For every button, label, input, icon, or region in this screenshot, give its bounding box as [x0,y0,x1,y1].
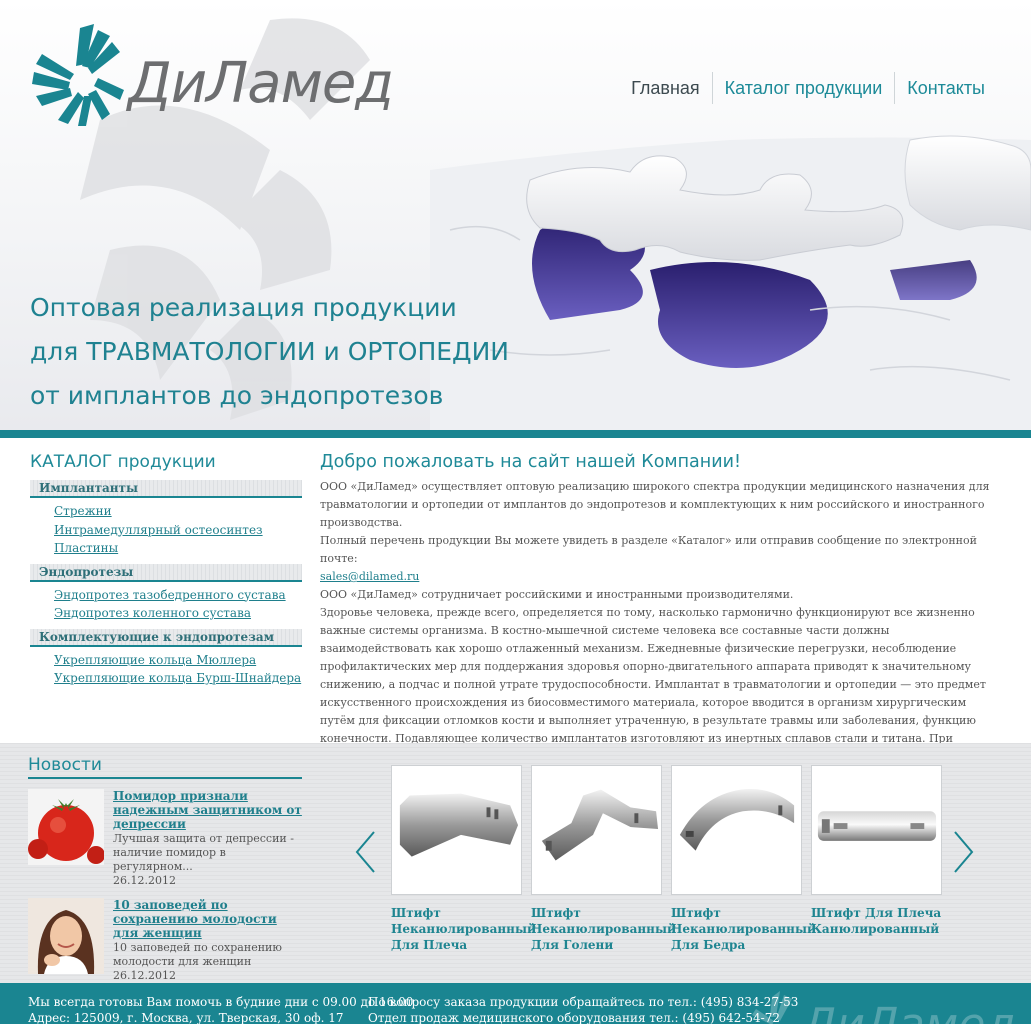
product-card[interactable]: Штифт Неканюлированный Для Голени [531,765,676,953]
footer-logo-watermark: ДиЛамед [752,991,1016,1024]
slogan-line-3: от имплантов до эндопротезов [30,381,444,410]
footer-logo-text: ДиЛамед [800,999,1016,1024]
tomato-image[interactable] [28,789,104,865]
nav-catalog[interactable]: Каталог продукции [711,72,895,104]
news-link[interactable]: 10 заповедей по сохранению молодости для… [113,898,302,940]
catalog-sidebar: КАТАЛОГ продукции Имплантанты Стрежни Ин… [30,452,302,694]
slogan-line-1: Оптовая реализация продукции [30,293,457,322]
logo-text: ДиЛамед [128,51,394,116]
puzzle-banner-image [430,135,1031,430]
chevron-left-icon[interactable] [354,830,376,874]
catalog-item[interactable]: Стрежни [54,502,302,521]
footer-sales-phone: Отдел продаж медицинского оборудования т… [368,1011,781,1024]
news-link[interactable]: Помидор признали надежным защитником от … [113,789,302,831]
welcome-title: Добро пожаловать на сайт нашей Компании! [320,452,741,472]
welcome-section: Добро пожаловать на сайт нашей Компании!… [320,452,996,784]
product-card[interactable]: Штифт Для Плеча Канюлированный [811,765,942,937]
news-text: 10 заповедей по сохранению молодости для… [113,941,282,968]
footer-address: Адрес: 125009, г. Москва, ул. Тверская, … [28,1011,344,1024]
woman-image[interactable] [28,898,104,974]
product-image[interactable] [391,765,522,895]
catalog-group-label[interactable]: Имплантанты [30,480,302,498]
news-block: Новости Помидор признали надежным защитн… [28,755,302,983]
main-nav: Главная Каталог продукции Контакты [619,72,997,104]
header-divider [0,430,1031,438]
nav-home[interactable]: Главная [619,72,712,104]
chevron-right-icon[interactable] [953,830,975,874]
catalog-group-label[interactable]: Комплектующие к эндопротезам [30,628,302,647]
catalog-item[interactable]: Интрамедуллярный остеосинтез [54,521,302,540]
product-image[interactable] [811,765,942,895]
footer-hours: Мы всегда готовы Вам помочь в будние дни… [28,995,414,1009]
product-name[interactable]: Штифт Неканюлированный Для Плеча [391,905,536,953]
logo-mark-icon [32,24,124,126]
welcome-paragraph: Полный перечень продукции Вы можете увид… [320,534,977,565]
catalog-group-components: Комплектующие к эндопротезам Укрепляющие… [30,628,302,690]
catalog-group-label[interactable]: Эндопротезы [30,563,302,582]
banner-slogan: Оптовая реализация продукции для ТРАВМАТ… [30,286,509,418]
email-link[interactable]: sales@dilamed.ru [320,570,419,583]
news-item: Помидор признали надежным защитником от … [28,789,302,888]
product-card[interactable]: Штифт Неканюлированный Для Плеча [391,765,536,953]
product-name[interactable]: Штифт Неканюлированный Для Голени [531,905,676,953]
header-banner: ДиЛамед Главная Каталог продукции Контак… [0,0,1031,430]
nav-contacts[interactable]: Контакты [894,72,997,104]
footer-phones: По вопросу заказа продукции обращайтесь … [368,994,798,1024]
catalog-item[interactable]: Пластины [54,539,302,558]
news-date: 26.12.2012 [113,874,176,887]
news-item: 10 заповедей по сохранению молодости для… [28,898,302,983]
news-date: 26.12.2012 [113,969,176,982]
slogan-line-2: для ТРАВМАТОЛОГИИ и ОРТОПЕДИИ [30,337,509,366]
footer: Мы всегда готовы Вам помочь в будние дни… [0,983,1031,1024]
footer-hours-address: Мы всегда готовы Вам помочь в будние дни… [28,994,413,1024]
catalog-item[interactable]: Укрепляющие кольца Бурш-Шнайдера [54,669,302,688]
product-image[interactable] [671,765,802,895]
catalog-title: КАТАЛОГ продукции [30,452,216,472]
product-name[interactable]: Штифт Неканюлированный Для Бедра [671,905,816,953]
news-text: Лучшая защита от депрессии - наличие пом… [113,832,294,873]
catalog-item[interactable]: Укрепляющие кольца Мюллера [54,651,302,670]
welcome-paragraph: ООО «ДиЛамед» осуществляет оптовую реали… [320,480,990,529]
catalog-group-endoprostheses: Эндопротезы Эндопротез тазобедренного су… [30,563,302,625]
footer-order-phone: По вопросу заказа продукции обращайтесь … [368,995,799,1009]
news-title: Новости [28,755,302,779]
product-card[interactable]: Штифт Неканюлированный Для Бедра [671,765,816,953]
product-name[interactable]: Штифт Для Плеча Канюлированный [811,905,942,937]
welcome-paragraph: ООО «ДиЛамед» сотрудничает российскими и… [320,588,794,601]
catalog-item[interactable]: Эндопротез тазобедренного сустава [54,586,302,605]
product-image[interactable] [531,765,662,895]
catalog-item[interactable]: Эндопротез коленного сустава [54,604,302,623]
catalog-group-implants: Имплантанты Стрежни Интрамедуллярный ост… [30,480,302,560]
